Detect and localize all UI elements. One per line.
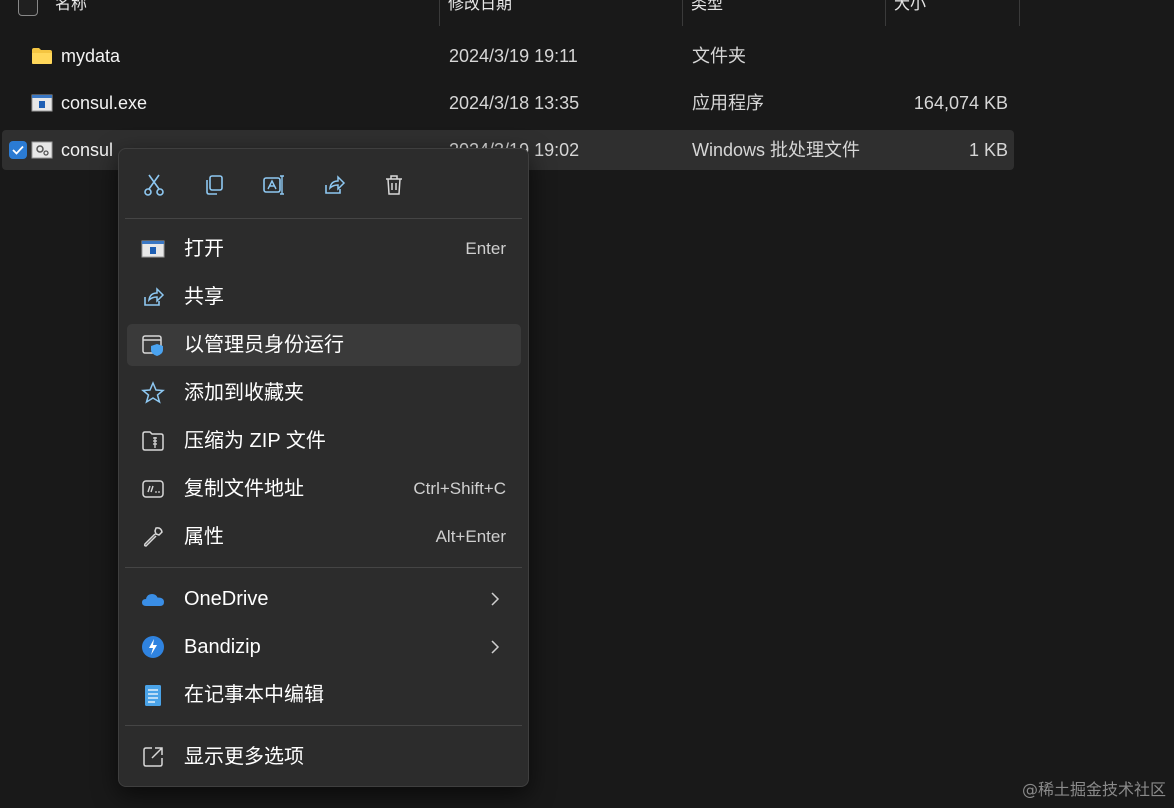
file-date: 2024/3/19 19:11 — [449, 46, 578, 66]
menu-item-bandizip[interactable]: Bandizip — [127, 626, 521, 668]
context-menu-toolbar — [119, 149, 528, 219]
star-icon — [141, 381, 165, 405]
rename-icon — [263, 175, 284, 195]
copy-icon — [206, 175, 223, 195]
file-type: Windows 批处理文件 — [692, 140, 861, 160]
menu-item-label: 以管理员身份运行 — [184, 334, 344, 356]
file-size: 164,074 KB — [913, 93, 1008, 113]
menu-item-shortcut: Enter — [465, 239, 506, 258]
context-menu: 打开 Enter 共享 以管理员身份运行 添加到收藏夹 压缩为 ZIP 文件 复… — [118, 148, 529, 787]
column-name[interactable]: 名称 — [55, 0, 87, 24]
column-header: 名称 修改日期 类型 大小 — [0, 0, 1020, 26]
file-type: 文件夹 — [692, 46, 746, 66]
column-divider[interactable] — [885, 0, 886, 26]
share-icon — [141, 285, 165, 309]
menu-item-label: 属性 — [184, 526, 224, 548]
column-divider[interactable] — [682, 0, 683, 26]
file-size: 1 KB — [968, 140, 1008, 160]
rename-button[interactable] — [256, 167, 292, 203]
chevron-right-icon — [491, 640, 500, 654]
batch-file-icon — [31, 141, 53, 159]
share-icon — [325, 175, 346, 194]
menu-item-label: 添加到收藏夹 — [184, 382, 304, 404]
watermark: @稀土掘金技术社区 — [1021, 780, 1166, 799]
menu-item-share[interactable]: 共享 — [127, 276, 521, 318]
folder-icon — [32, 48, 52, 64]
onedrive-cloud-icon — [141, 587, 165, 611]
menu-item-label: Bandizip — [184, 636, 261, 658]
file-name: consul — [61, 140, 114, 160]
menu-item-label: 打开 — [184, 238, 224, 260]
menu-item-label: 显示更多选项 — [184, 746, 304, 768]
menu-item-onedrive[interactable]: OneDrive — [127, 578, 521, 620]
menu-item-copy-path[interactable]: 复制文件地址 Ctrl+Shift+C — [127, 468, 521, 510]
column-divider[interactable] — [439, 0, 440, 26]
menu-item-shortcut: Alt+Enter — [435, 527, 506, 546]
copy-path-icon — [141, 477, 165, 501]
copy-button[interactable] — [196, 167, 232, 203]
share-button[interactable] — [316, 167, 352, 203]
file-date: 2024/3/18 13:35 — [449, 93, 580, 113]
open-icon — [141, 237, 165, 261]
column-date[interactable]: 修改日期 — [448, 0, 512, 24]
menu-item-properties[interactable]: 属性 Alt+Enter — [127, 516, 521, 558]
delete-button[interactable] — [376, 167, 412, 203]
cut-button[interactable] — [136, 167, 172, 203]
menu-item-shortcut: Ctrl+Shift+C — [413, 479, 506, 498]
menu-divider — [125, 725, 522, 726]
file-name: mydata — [61, 46, 121, 66]
menu-divider — [125, 567, 522, 568]
file-name: consul.exe — [61, 93, 148, 113]
external-link-icon — [141, 745, 165, 769]
menu-divider — [125, 218, 522, 219]
menu-item-label: OneDrive — [184, 588, 269, 610]
row-checkbox[interactable] — [9, 141, 27, 159]
cut-icon — [144, 174, 164, 196]
menu-item-edit-notepad[interactable]: 在记事本中编辑 — [127, 674, 521, 716]
menu-item-run-as-admin[interactable]: 以管理员身份运行 — [127, 324, 521, 366]
menu-item-label: 压缩为 ZIP 文件 — [184, 430, 326, 452]
menu-item-add-favorite[interactable]: 添加到收藏夹 — [127, 372, 521, 414]
checkmark-icon — [12, 145, 24, 155]
notepad-icon — [141, 683, 165, 707]
wrench-icon — [141, 525, 165, 549]
menu-item-show-more-options[interactable]: 显示更多选项 — [127, 736, 521, 778]
bandizip-icon — [141, 635, 165, 659]
exe-icon — [31, 94, 53, 112]
admin-shield-icon — [141, 333, 165, 357]
column-divider[interactable] — [1019, 0, 1020, 26]
menu-item-label: 在记事本中编辑 — [184, 684, 324, 706]
menu-item-label: 复制文件地址 — [184, 478, 304, 500]
column-size[interactable]: 大小 — [894, 0, 926, 24]
menu-item-compress-zip[interactable]: 压缩为 ZIP 文件 — [127, 420, 521, 462]
delete-icon — [386, 175, 402, 195]
select-all-checkbox[interactable] — [18, 0, 38, 16]
menu-item-open[interactable]: 打开 Enter — [127, 228, 521, 270]
zip-folder-icon — [141, 429, 165, 453]
column-type[interactable]: 类型 — [691, 0, 723, 24]
file-type: 应用程序 — [692, 93, 764, 113]
menu-item-label: 共享 — [184, 286, 224, 308]
chevron-right-icon — [491, 592, 500, 606]
file-row-mydata[interactable]: mydata 2024/3/19 19:11 文件夹 — [2, 36, 1014, 76]
file-row-consul-exe[interactable]: consul.exe 2024/3/18 13:35 应用程序 164,074 … — [2, 83, 1014, 123]
